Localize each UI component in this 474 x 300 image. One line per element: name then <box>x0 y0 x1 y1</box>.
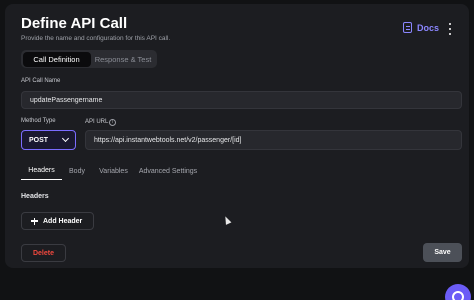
more-vertical-icon[interactable] <box>448 23 452 35</box>
tab-body[interactable]: Body <box>62 162 92 180</box>
mode-tab-group: Call Definition Response & Test <box>21 50 157 68</box>
method-type-value: POST <box>29 136 49 144</box>
chat-icon <box>452 291 464 300</box>
headers-section-title: Headers <box>21 193 49 200</box>
tab-call-definition[interactable]: Call Definition <box>22 51 91 67</box>
tab-headers[interactable]: Headers <box>21 162 62 180</box>
docs-label: Docs <box>417 22 440 33</box>
add-header-label: Add Header <box>43 217 83 225</box>
tab-response-test[interactable]: Response & Test <box>91 52 156 67</box>
method-type-label: Method Type <box>21 118 56 124</box>
tab-advanced-settings[interactable]: Advanced Settings <box>135 162 201 180</box>
docs-button[interactable]: Docs <box>403 22 439 33</box>
docs-icon <box>403 22 412 33</box>
mouse-cursor-icon <box>222 215 232 225</box>
method-type-select[interactable]: POST <box>21 130 76 150</box>
api-url-label: API URL <box>85 119 109 125</box>
plus-icon <box>31 217 38 225</box>
save-button[interactable]: Save <box>423 243 462 262</box>
api-call-name-input[interactable]: updatePassengername <box>21 91 462 109</box>
api-url-input[interactable]: https://api.instantwebtools.net/v2/passe… <box>85 130 462 150</box>
api-call-dialog: Define API Call Provide the name and con… <box>5 4 469 268</box>
api-call-name-label: API Call Name <box>21 78 61 84</box>
delete-button[interactable]: Delete <box>21 244 66 262</box>
info-icon[interactable]: i <box>109 119 116 126</box>
tab-variables[interactable]: Variables <box>92 162 135 180</box>
page-title: Define API Call <box>21 15 128 32</box>
chevron-down-icon <box>61 134 70 143</box>
add-header-button[interactable]: Add Header <box>21 212 94 230</box>
page-subtitle: Provide the name and configuration for t… <box>21 35 171 42</box>
sub-tab-bar: Headers Body Variables Advanced Settings <box>21 162 201 182</box>
chat-launcher-button[interactable] <box>445 284 471 300</box>
